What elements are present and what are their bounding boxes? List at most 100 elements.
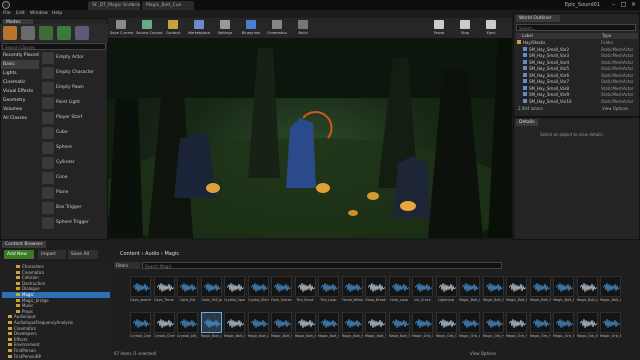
save-all-button[interactable]: Save All bbox=[68, 250, 98, 259]
toolbar-button[interactable]: Save Current bbox=[110, 19, 133, 37]
category-lights[interactable]: Lights bbox=[1, 69, 39, 78]
sound-asset-tile[interactable]: Magic_Orb_End bbox=[576, 312, 598, 346]
sound-asset-tile[interactable]: Magic_Orb_Hum4 bbox=[553, 312, 574, 346]
sound-asset-tile[interactable]: Magic_Orb_End2 bbox=[600, 312, 621, 346]
place-actor-item[interactable]: Empty Character bbox=[40, 66, 104, 81]
outliner-row[interactable]: SM_Hay_Small_Var2 StaticMeshActor bbox=[515, 46, 635, 53]
sound-asset-tile[interactable]: Magic_Bolt_Loop_02 bbox=[247, 312, 269, 346]
sound-asset-tile[interactable]: Magic_Bolt_Impact bbox=[576, 276, 598, 310]
category-geometry[interactable]: Geometry bbox=[1, 96, 39, 105]
menu-window[interactable]: Window bbox=[30, 10, 48, 18]
breadcrumb-content[interactable]: Content bbox=[120, 251, 140, 257]
outliner-row[interactable]: SM_Hay_Small_Var3 StaticMeshActor bbox=[515, 53, 635, 59]
sound-asset-tile[interactable]: Lightning bbox=[435, 276, 457, 310]
outliner-row[interactable]: Hay/Stacks Folder bbox=[515, 40, 635, 46]
toolbar-button[interactable]: Settings bbox=[214, 19, 236, 37]
document-tab[interactable]: SF_DT_Magic-Sndbrain01 bbox=[88, 1, 140, 10]
sound-asset-tile[interactable]: Magic_Orb_Hum2 bbox=[506, 312, 527, 346]
content-browser-tab[interactable]: Content Browser bbox=[2, 241, 46, 248]
toolbar-button[interactable]: Content bbox=[162, 19, 184, 37]
toolbar-button[interactable]: Marketplace bbox=[188, 19, 210, 37]
place-actor-item[interactable]: Empty Actor bbox=[40, 51, 104, 66]
column-type[interactable]: Type bbox=[602, 33, 611, 39]
details-tab[interactable]: Details bbox=[516, 119, 538, 126]
toolbar-button[interactable]: Eject bbox=[480, 19, 502, 37]
toolbar-button[interactable]: Source Control bbox=[136, 19, 162, 37]
outliner-row[interactable]: SM_Hay_Small_Var8 StaticMeshActor bbox=[515, 85, 635, 92]
toolbar-button[interactable]: Cinematics bbox=[266, 19, 288, 37]
sound-asset-tile[interactable]: Flame_Whoosh bbox=[341, 276, 363, 310]
sound-asset-tile[interactable]: Fire_Burst bbox=[294, 276, 316, 310]
content-search-input[interactable]: Search Magic bbox=[142, 262, 502, 269]
sound-asset-tile[interactable]: Hum_Loop bbox=[388, 276, 410, 310]
sound-asset-tile[interactable]: Magic_Bolt_Spell_Impact2 bbox=[294, 312, 316, 346]
category-basic[interactable]: Basic bbox=[1, 60, 39, 69]
toolbar-button[interactable]: Build bbox=[292, 19, 314, 37]
menu-file[interactable]: File bbox=[3, 10, 11, 18]
outliner-row[interactable]: SM_Hay_Small_Var7 StaticMeshActor bbox=[515, 79, 635, 85]
sound-asset-tile[interactable]: Magic_Orb_Close bbox=[435, 312, 457, 346]
sound-asset-tile[interactable]: Magic_Bolt_Impact002 bbox=[600, 276, 621, 310]
sound-asset-tile[interactable]: Magic_Orb_Loop bbox=[459, 312, 480, 346]
sound-asset-tile[interactable]: Ice_Crack bbox=[412, 276, 433, 310]
document-tab[interactable]: Magic_Bolt_Cue bbox=[142, 1, 194, 10]
sound-asset-tile[interactable]: Magic_Bolt_Fire004 bbox=[553, 276, 574, 310]
content-view-options[interactable]: View Options bbox=[470, 351, 496, 356]
foliage-mode-icon[interactable] bbox=[57, 26, 71, 40]
category-volumes[interactable]: Volumes bbox=[1, 105, 39, 114]
sound-asset-tile[interactable]: Magic_Orb_Hum bbox=[482, 312, 504, 346]
sound-asset-tile[interactable]: Crystal_Lift_003 bbox=[177, 312, 198, 346]
sound-asset-tile[interactable]: Crystal_Chime_002 bbox=[153, 312, 175, 346]
filters-button[interactable]: Filters bbox=[114, 262, 140, 269]
level-viewport[interactable] bbox=[108, 38, 512, 238]
modes-search-input[interactable]: Search Classes bbox=[2, 43, 106, 50]
place-actor-item[interactable]: Player Start bbox=[40, 111, 104, 126]
sound-asset-tile[interactable]: Magic_Bolt_Spell_Impact bbox=[271, 312, 292, 346]
sound-asset-tile[interactable]: Glass_Break bbox=[365, 276, 386, 310]
toolbar-button[interactable]: Pause bbox=[428, 19, 450, 37]
place-actor-item[interactable]: Plane bbox=[40, 186, 104, 201]
outliner-row[interactable]: SM_Hay_Small_Var5 StaticMeshActor bbox=[515, 66, 635, 72]
sound-asset-tile[interactable]: Dark_Vortex bbox=[271, 276, 292, 310]
category-all-classes[interactable]: All Classes bbox=[1, 114, 39, 123]
geometry-mode-icon[interactable] bbox=[75, 26, 89, 40]
column-label[interactable]: Label bbox=[522, 33, 533, 39]
place-actor-item[interactable]: Sphere bbox=[40, 141, 104, 156]
place-mode-icon[interactable] bbox=[3, 26, 17, 40]
minimize-button[interactable]: – bbox=[609, 1, 618, 9]
outliner-view-options[interactable]: View Options bbox=[602, 106, 628, 111]
category-visual-effects[interactable]: Visual Effects bbox=[1, 87, 39, 96]
sound-asset-tile[interactable]: Magic_Orb_Hum3 bbox=[529, 312, 551, 346]
sound-asset-tile[interactable]: Fire_Loop bbox=[318, 276, 339, 310]
outliner-row[interactable]: SM_Hay_Small_Var6 StaticMeshActor bbox=[515, 72, 635, 79]
category-cinematic[interactable]: Cinematic bbox=[1, 78, 39, 87]
place-actor-item[interactable]: Empty Pawn bbox=[40, 81, 104, 96]
place-actor-item[interactable]: Point Light bbox=[40, 96, 104, 111]
add-new-button[interactable]: Add New bbox=[4, 250, 34, 259]
toolbar-button[interactable]: Blueprints bbox=[240, 19, 262, 37]
sound-asset-tile[interactable]: Magic_Bolt_Cue bbox=[200, 312, 222, 346]
sound-asset-tile[interactable]: Cave_wormh_Opening_1 bbox=[130, 276, 151, 310]
category-recently-placed[interactable]: Recently Placed bbox=[1, 51, 39, 60]
sound-asset-tile[interactable]: Magic_Orb_Open bbox=[412, 312, 433, 346]
place-actor-item[interactable]: Cylinder bbox=[40, 156, 104, 171]
place-actor-item[interactable]: Sphere Trigger bbox=[40, 216, 104, 231]
close-button[interactable]: × bbox=[629, 1, 638, 9]
toolbar-button[interactable]: Stop bbox=[454, 19, 476, 37]
place-actor-item[interactable]: Box Trigger bbox=[40, 201, 104, 216]
place-actor-item[interactable]: Cone bbox=[40, 171, 104, 186]
sound-asset-tile[interactable]: Magic_Bolt_Fire bbox=[482, 276, 504, 310]
sound-asset-tile[interactable]: Magic_Bolt_Cue bbox=[459, 276, 480, 310]
sound-asset-tile[interactable]: Magic_Bolt_Swoosh bbox=[341, 312, 363, 346]
sound-asset-tile[interactable]: Cave_Trmor bbox=[153, 276, 175, 310]
landscape-mode-icon[interactable] bbox=[39, 26, 53, 40]
outliner-row[interactable]: SM_Hay_Small_Var10 StaticMeshActor bbox=[515, 98, 635, 105]
import-button[interactable]: Import bbox=[38, 250, 66, 259]
paint-mode-icon[interactable] bbox=[21, 26, 35, 40]
breadcrumb-magic[interactable]: Magic bbox=[164, 251, 179, 257]
sound-asset-tile[interactable]: Magic_Bolt_Switch bbox=[318, 312, 339, 346]
place-actor-item[interactable]: Cube bbox=[40, 126, 104, 141]
sound-asset-tile[interactable]: Magic_Bolt_Tail bbox=[365, 312, 386, 346]
outliner-row[interactable]: SM_Hay_Small_Var9 StaticMeshActor bbox=[515, 92, 635, 98]
sound-asset-tile[interactable]: Magic_Bolt_Fire002 bbox=[506, 276, 527, 310]
